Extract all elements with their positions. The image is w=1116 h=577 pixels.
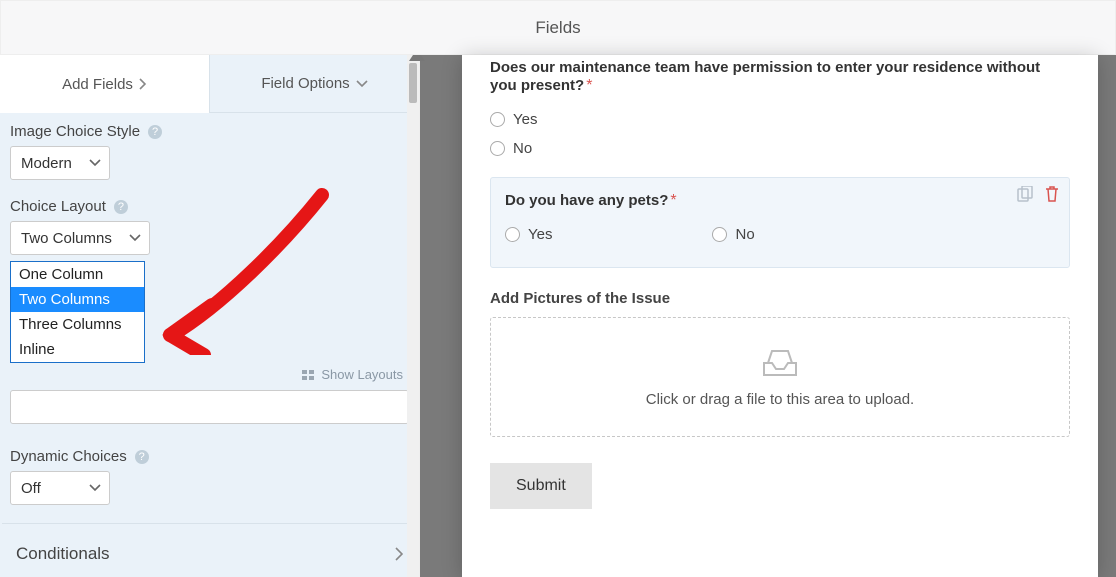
image-choice-style-select[interactable]: Modern: [10, 146, 110, 180]
conditionals-label: Conditionals: [16, 544, 110, 564]
dynamic-choices-label-row: Dynamic Choices ?: [0, 438, 419, 471]
radio-label: No: [735, 226, 754, 243]
upload-dropzone[interactable]: Click or drag a file to this area to upl…: [490, 317, 1070, 437]
duplicate-icon[interactable]: [1017, 186, 1035, 202]
question-label: Do you have any pets?: [505, 192, 668, 209]
choice-layout-option[interactable]: Three Columns: [11, 312, 144, 337]
radio-option[interactable]: No: [490, 134, 1070, 163]
show-layouts-link[interactable]: Show Layouts: [0, 363, 419, 388]
panel-scrollbar[interactable]: [407, 55, 419, 577]
two-column-radios: Yes No: [505, 220, 1055, 249]
panel-body: Add Fields Field Options Image Choice St…: [0, 55, 419, 577]
help-icon[interactable]: ?: [148, 125, 162, 139]
radio-icon: [490, 141, 505, 156]
radio-label: Yes: [528, 226, 552, 243]
tab-field-options-label: Field Options: [261, 75, 349, 92]
radio-icon: [712, 227, 727, 242]
grid-icon: [302, 370, 314, 380]
choice-layout-dropdown[interactable]: One Column Two Columns Three Columns Inl…: [10, 261, 145, 363]
tab-field-options[interactable]: Field Options: [209, 55, 419, 113]
upload-hint: Click or drag a file to this area to upl…: [646, 391, 914, 408]
inbox-icon: [760, 347, 800, 379]
css-class-input[interactable]: [10, 390, 409, 424]
page-title: Fields: [535, 18, 580, 38]
choice-layout-option[interactable]: Inline: [11, 337, 144, 362]
upload-label: Add Pictures of the Issue: [490, 290, 1070, 307]
left-panel: Add Fields Field Options Image Choice St…: [0, 55, 420, 577]
panel-tabs: Add Fields Field Options: [0, 55, 419, 113]
image-choice-style-value: Modern: [21, 155, 72, 172]
help-icon[interactable]: ?: [114, 200, 128, 214]
radio-option[interactable]: Yes: [490, 105, 1070, 134]
content: Add Fields Field Options Image Choice St…: [0, 55, 1116, 577]
choice-layout-select[interactable]: Two Columns: [10, 221, 150, 255]
chevron-down-icon: [129, 234, 141, 242]
radio-label: Yes: [513, 111, 537, 128]
conditionals-accordion[interactable]: Conditionals: [2, 523, 417, 577]
required-asterisk-icon: *: [670, 192, 676, 209]
radio-icon: [505, 227, 520, 242]
chevron-down-icon: [89, 159, 101, 167]
chevron-right-icon: [395, 547, 403, 561]
help-icon[interactable]: ?: [135, 450, 149, 464]
trash-icon[interactable]: [1045, 186, 1059, 202]
field-actions: [1017, 186, 1059, 202]
choice-layout-label: Choice Layout: [10, 198, 106, 215]
preview-area: Does our maintenance team have permissio…: [420, 55, 1116, 577]
radio-label: No: [513, 140, 532, 157]
dynamic-choices-value: Off: [21, 480, 41, 497]
question-pets-selected[interactable]: Do you have any pets?* Yes No: [490, 177, 1070, 268]
chevron-right-icon: [139, 78, 147, 90]
radio-option[interactable]: Yes: [505, 220, 552, 249]
chevron-down-icon: [89, 484, 101, 492]
image-choice-style-label: Image Choice Style: [10, 123, 140, 140]
choice-layout-option[interactable]: One Column: [11, 262, 144, 287]
radio-icon: [490, 112, 505, 127]
submit-button[interactable]: Submit: [490, 463, 592, 509]
dynamic-choices-label: Dynamic Choices: [10, 448, 127, 465]
show-layouts-label: Show Layouts: [321, 367, 403, 382]
question-label: Does our maintenance team have permissio…: [490, 59, 1040, 94]
dynamic-choices-select[interactable]: Off: [10, 471, 110, 505]
choice-layout-option[interactable]: Two Columns: [11, 287, 144, 312]
required-asterisk-icon: *: [586, 77, 592, 94]
form-card: Does our maintenance team have permissio…: [462, 55, 1098, 577]
radio-option[interactable]: No: [712, 220, 754, 249]
image-choice-style-label-row: Image Choice Style ?: [0, 113, 419, 146]
question-permission: Does our maintenance team have permissio…: [490, 55, 1070, 163]
top-bar: Fields: [0, 0, 1116, 55]
scrollbar-thumb[interactable]: [409, 63, 417, 103]
chevron-down-icon: [356, 80, 368, 88]
tab-add-fields-label: Add Fields: [62, 76, 133, 93]
tab-add-fields[interactable]: Add Fields: [0, 55, 209, 113]
choice-layout-value: Two Columns: [21, 230, 112, 247]
choice-layout-label-row: Choice Layout ?: [0, 188, 419, 221]
